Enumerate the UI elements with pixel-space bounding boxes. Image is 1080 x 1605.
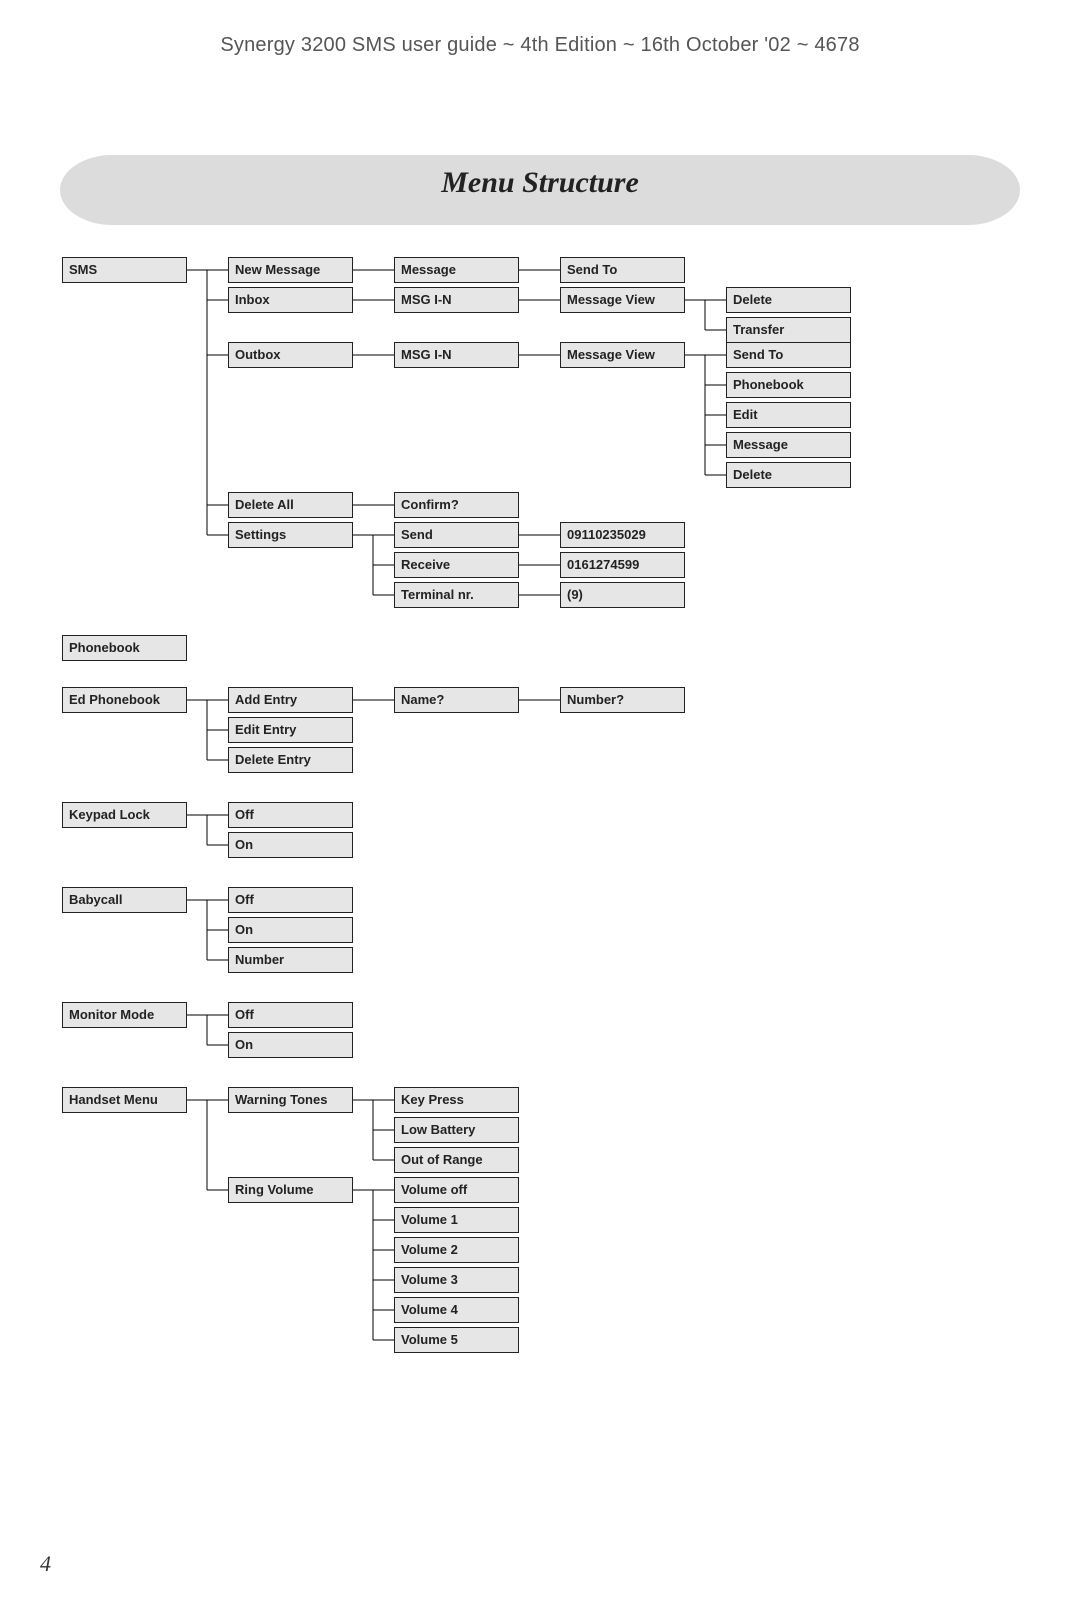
sms-delete-all: Delete All (228, 492, 353, 518)
sms-outbox: Outbox (228, 342, 353, 368)
rv-1: Volume 1 (394, 1207, 519, 1233)
sms-new-message: New Message (228, 257, 353, 283)
edpb-name: Name? (394, 687, 519, 713)
section-title-banner: Menu Structure (60, 155, 1020, 225)
sms-settings: Settings (228, 522, 353, 548)
menu-keypad-lock: Keypad Lock (62, 802, 187, 828)
menu-handset-menu: Handset Menu (62, 1087, 187, 1113)
edpb-delete-entry: Delete Entry (228, 747, 353, 773)
sms-outbox-edit: Edit (726, 402, 851, 428)
wt-out-of-range: Out of Range (394, 1147, 519, 1173)
handset-warning-tones: Warning Tones (228, 1087, 353, 1113)
sms-settings-terminal: Terminal nr. (394, 582, 519, 608)
sms-outbox-msg: MSG I-N (394, 342, 519, 368)
sms-outbox-message: Message (726, 432, 851, 458)
sms-new-message-message: Message (394, 257, 519, 283)
sms-outbox-view: Message View (560, 342, 685, 368)
handset-ring-volume: Ring Volume (228, 1177, 353, 1203)
menu-monitor-mode: Monitor Mode (62, 1002, 187, 1028)
keypad-on: On (228, 832, 353, 858)
edpb-number: Number? (560, 687, 685, 713)
sms-outbox-delete: Delete (726, 462, 851, 488)
edpb-edit-entry: Edit Entry (228, 717, 353, 743)
page: Synergy 3200 SMS user guide ~ 4th Editio… (0, 0, 1080, 1605)
sms-outbox-send-to: Send To (726, 342, 851, 368)
rv-off: Volume off (394, 1177, 519, 1203)
page-number: 4 (40, 1551, 51, 1577)
sms-inbox: Inbox (228, 287, 353, 313)
menu-babycall: Babycall (62, 887, 187, 913)
sms-inbox-delete: Delete (726, 287, 851, 313)
sms-settings-receive-value: 0161274599 (560, 552, 685, 578)
rv-3: Volume 3 (394, 1267, 519, 1293)
sms-outbox-phonebook: Phonebook (726, 372, 851, 398)
sms-inbox-view: Message View (560, 287, 685, 313)
sms-new-message-send-to: Send To (560, 257, 685, 283)
monitor-on: On (228, 1032, 353, 1058)
doc-header: Synergy 3200 SMS user guide ~ 4th Editio… (0, 34, 1080, 57)
edpb-add-entry: Add Entry (228, 687, 353, 713)
section-title: Menu Structure (60, 155, 1020, 211)
sms-settings-send-value: 09110235029 (560, 522, 685, 548)
menu-ed-phonebook: Ed Phonebook (62, 687, 187, 713)
sms-inbox-msg: MSG I-N (394, 287, 519, 313)
sms-inbox-transfer: Transfer (726, 317, 851, 343)
rv-5: Volume 5 (394, 1327, 519, 1353)
monitor-off: Off (228, 1002, 353, 1028)
wt-low-battery: Low Battery (394, 1117, 519, 1143)
babycall-off: Off (228, 887, 353, 913)
sms-settings-receive: Receive (394, 552, 519, 578)
babycall-on: On (228, 917, 353, 943)
babycall-number: Number (228, 947, 353, 973)
sms-delete-all-confirm: Confirm? (394, 492, 519, 518)
menu-phonebook: Phonebook (62, 635, 187, 661)
menu-sms: SMS (62, 257, 187, 283)
sms-settings-send: Send (394, 522, 519, 548)
rv-2: Volume 2 (394, 1237, 519, 1263)
keypad-off: Off (228, 802, 353, 828)
sms-settings-terminal-value: (9) (560, 582, 685, 608)
wt-key-press: Key Press (394, 1087, 519, 1113)
rv-4: Volume 4 (394, 1297, 519, 1323)
